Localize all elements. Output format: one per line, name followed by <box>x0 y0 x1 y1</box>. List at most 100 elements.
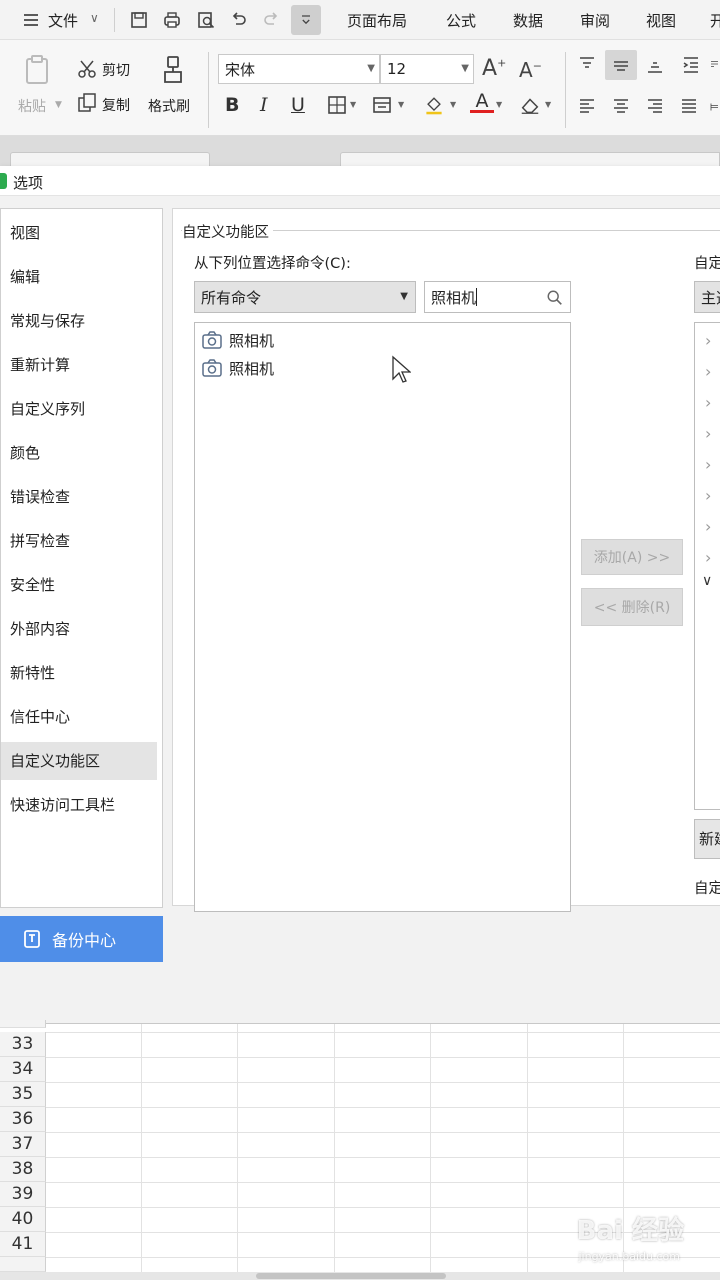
row-header[interactable]: 35 <box>0 1082 46 1107</box>
nav-item-color[interactable]: 颜色 <box>1 434 157 472</box>
row-header[interactable]: 34 <box>0 1057 46 1082</box>
tab-data[interactable]: 数据 <box>513 10 543 31</box>
font-size-combobox[interactable]: 12 ▼ <box>380 54 474 84</box>
chevron-right-icon[interactable]: › <box>705 424 711 443</box>
search-icon[interactable] <box>546 289 564 307</box>
nav-item-quick-access-toolbar[interactable]: 快速访问工具栏 <box>1 786 157 824</box>
copy-icon[interactable] <box>76 92 98 114</box>
italic-icon[interactable]: I <box>260 94 268 116</box>
list-item[interactable]: 照相机 <box>201 327 274 353</box>
chevron-right-icon[interactable]: › <box>705 517 711 536</box>
align-bottom-icon[interactable] <box>644 54 666 76</box>
row-header[interactable]: 39 <box>0 1182 46 1207</box>
font-color-icon[interactable]: A <box>470 90 494 118</box>
row-header[interactable] <box>0 1020 46 1028</box>
align-left-icon[interactable] <box>576 96 598 118</box>
ribbon-tabs-tree[interactable]: › › › › › › › › ∨ <box>694 322 720 810</box>
bold-icon[interactable]: B <box>225 94 239 116</box>
customize-toolbar-icon[interactable] <box>291 5 321 35</box>
justify-icon[interactable] <box>678 96 700 118</box>
list-item[interactable]: 照相机 <box>201 355 274 381</box>
new-tab-button[interactable]: 新建 <box>694 819 720 859</box>
remove-button[interactable]: << 删除(R) <box>581 588 683 626</box>
backup-center-button[interactable]: 备份中心 <box>0 916 163 962</box>
undo-icon[interactable] <box>226 7 252 33</box>
increase-font-icon[interactable]: A+ <box>482 56 506 81</box>
nav-item-trust-center[interactable]: 信任中心 <box>1 698 157 736</box>
horizontal-scrollbar[interactable] <box>0 1272 720 1280</box>
nav-item-new-features[interactable]: 新特性 <box>1 654 157 692</box>
hamburger-menu-icon[interactable] <box>18 7 44 33</box>
row-header[interactable]: 36 <box>0 1107 46 1132</box>
nav-item-spell-check[interactable]: 拼写检查 <box>1 522 157 560</box>
chevron-down-icon[interactable]: ∨ <box>90 11 99 25</box>
nav-item-security[interactable]: 安全性 <box>1 566 157 604</box>
tab-view[interactable]: 视图 <box>646 10 676 31</box>
align-center-icon[interactable] <box>610 96 632 118</box>
chevron-right-icon[interactable]: › <box>705 455 711 474</box>
dialog-titlebar[interactable]: 选项 <box>0 166 720 196</box>
scrollbar-thumb[interactable] <box>256 1273 446 1279</box>
save-icon[interactable] <box>126 7 152 33</box>
nav-item-view[interactable]: 视图 <box>1 214 157 252</box>
distributed-icon[interactable] <box>709 96 720 118</box>
wrap-text-icon[interactable] <box>709 54 720 76</box>
chevron-down-icon[interactable]: ▼ <box>496 100 502 109</box>
chevron-right-icon[interactable]: › <box>705 548 711 567</box>
align-top-icon[interactable] <box>576 54 598 76</box>
format-painter-icon[interactable] <box>158 54 188 86</box>
ribbon-tabs-select[interactable]: 主选 <box>694 281 720 313</box>
row-header[interactable]: 37 <box>0 1132 46 1157</box>
print-preview-icon[interactable] <box>193 7 219 33</box>
file-menu[interactable]: 文件 <box>48 10 78 31</box>
chevron-down-icon[interactable]: ▼ <box>461 63 469 74</box>
nav-item-error-check[interactable]: 错误检查 <box>1 478 157 516</box>
print-icon[interactable] <box>159 7 185 33</box>
chevron-down-icon[interactable]: ▼ <box>398 100 404 109</box>
indent-icon[interactable] <box>680 54 702 76</box>
tab-page-layout[interactable]: 页面布局 <box>347 10 407 31</box>
chevron-right-icon[interactable]: › <box>705 486 711 505</box>
tab-formulas[interactable]: 公式 <box>446 10 476 31</box>
chevron-right-icon[interactable]: › <box>705 331 711 350</box>
chevron-right-icon[interactable]: › <box>705 393 711 412</box>
chevron-right-icon[interactable]: › <box>705 362 711 381</box>
redo-icon[interactable] <box>258 7 284 33</box>
align-middle-button[interactable] <box>605 50 637 80</box>
chevron-down-icon[interactable]: ▼ <box>400 291 408 302</box>
row-header[interactable]: 38 <box>0 1157 46 1182</box>
nav-item-recalculate[interactable]: 重新计算 <box>1 346 157 384</box>
eraser-icon[interactable] <box>518 94 542 116</box>
font-name-combobox[interactable]: 宋体 ▼ <box>218 54 380 84</box>
align-right-icon[interactable] <box>644 96 666 118</box>
formula-input[interactable] <box>340 152 720 166</box>
row-header[interactable]: 40 <box>0 1207 46 1232</box>
nav-item-edit[interactable]: 编辑 <box>1 258 157 296</box>
add-button[interactable]: 添加(A) >> <box>581 539 683 575</box>
fill-style-icon[interactable] <box>371 94 393 116</box>
tab-developer[interactable]: 开 <box>710 10 720 31</box>
paste-icon[interactable] <box>20 52 54 88</box>
row-header[interactable]: 41 <box>0 1232 46 1257</box>
row-header[interactable] <box>0 1257 46 1272</box>
cut-button[interactable]: 剪切 <box>102 60 130 80</box>
fill-color-icon[interactable] <box>422 92 446 118</box>
underline-icon[interactable]: U <box>291 94 305 116</box>
chevron-down-icon[interactable]: ∨ <box>702 573 712 589</box>
chevron-down-icon[interactable]: ▼ <box>450 100 456 109</box>
nav-item-external-content[interactable]: 外部内容 <box>1 610 157 648</box>
nav-item-customize-ribbon[interactable]: 自定义功能区 <box>1 742 157 780</box>
chevron-down-icon[interactable]: ▼ <box>367 63 375 74</box>
scissors-icon[interactable] <box>76 58 98 80</box>
chevron-down-icon[interactable]: ▼ <box>55 100 62 110</box>
command-list[interactable]: 照相机 照相机 <box>194 322 571 912</box>
command-source-select[interactable]: 所有命令 ▼ <box>194 281 416 313</box>
chevron-down-icon[interactable]: ▼ <box>545 100 551 109</box>
tab-review[interactable]: 审阅 <box>580 10 610 31</box>
chevron-down-icon[interactable]: ▼ <box>350 100 356 109</box>
nav-item-custom-lists[interactable]: 自定义序列 <box>1 390 157 428</box>
copy-button[interactable]: 复制 <box>102 95 130 115</box>
decrease-font-icon[interactable]: A− <box>519 58 542 82</box>
border-icon[interactable] <box>326 94 348 116</box>
format-painter-button[interactable]: 格式刷 <box>148 96 190 116</box>
